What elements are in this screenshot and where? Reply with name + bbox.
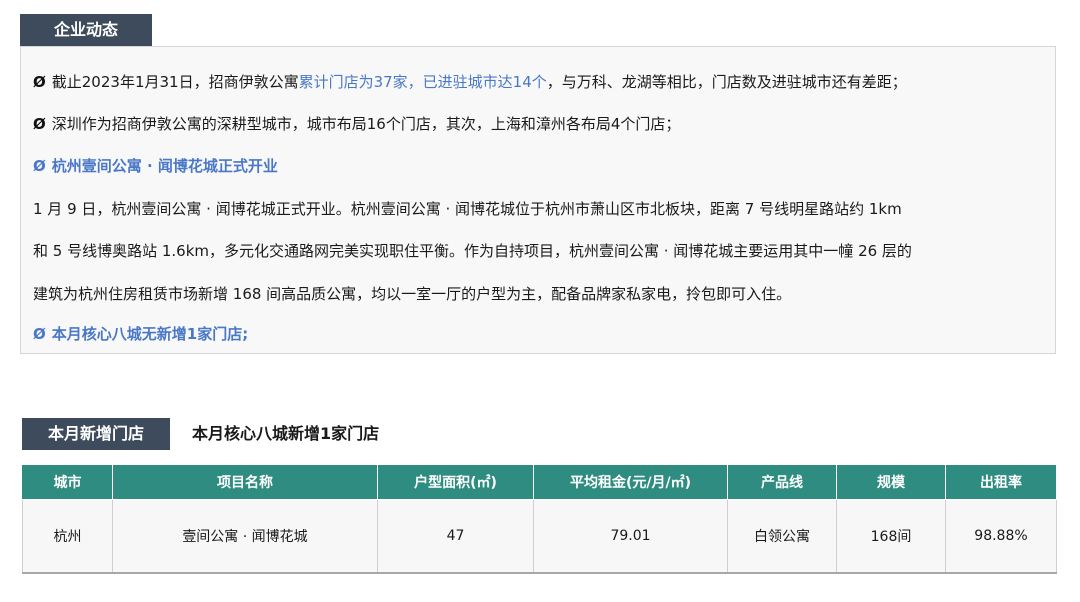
header-unit-area: 户型面积(㎡)	[377, 464, 534, 500]
news-line-1-pre: 截止2023年1月31日，招商伊敦公寓	[51, 73, 299, 91]
table-row: 杭州 壹间公寓 · 闻博花城 47 79.01 白领公寓 168间 98.88%	[22, 499, 1057, 574]
cell-scale: 168间	[836, 499, 946, 574]
cell-occupancy-rate: 98.88%	[945, 499, 1057, 574]
header-scale: 规模	[836, 464, 946, 500]
news-box: Ø 截止2023年1月31日，招商伊敦公寓累计门店为37家，已进驻城市达14个，与…	[20, 46, 1056, 354]
news-line-1-post: ，与万科、龙湖等相比，门店数及进驻城市还有差距；	[546, 73, 907, 91]
cell-project-name: 壹间公寓 · 闻博花城	[112, 499, 378, 574]
header-project-name: 项目名称	[112, 464, 378, 500]
news-final-text: 本月核心八城无新增1家门店;	[51, 325, 249, 343]
news-line-2: Ø 深圳作为招商伊敦公寓的深耕型城市，城市布局16个门店，其次，上海和漳州各布局4…	[33, 113, 680, 135]
news-headline-text: 杭州壹间公寓 · 闻博花城正式开业	[51, 157, 278, 175]
header-product-line: 产品线	[727, 464, 837, 500]
news-final-line: Ø 本月核心八城无新增1家门店;	[33, 323, 248, 345]
news-line-1-highlight: 累计门店为37家，已进驻城市达14个	[298, 73, 547, 91]
header-average-rent: 平均租金(元/月/㎡)	[533, 464, 728, 500]
news-line-2-text: 深圳作为招商伊敦公寓的深耕型城市，城市布局16个门店，其次，上海和漳州各布局4个…	[51, 115, 681, 133]
table-header-row: 城市 项目名称 户型面积(㎡) 平均租金(元/月/㎡) 产品线 规模 出租率	[22, 464, 1057, 500]
bullet-icon: Ø	[33, 325, 46, 343]
news-line-1: Ø 截止2023年1月31日，招商伊敦公寓累计门店为37家，已进驻城市达14个，与…	[33, 71, 907, 93]
cell-average-rent: 79.01	[533, 499, 728, 574]
news-paragraph-line-2: 和 5 号线博奥路站 1.6km，多元化交通路网完美实现职住平衡。作为自持项目，…	[33, 242, 912, 260]
header-city: 城市	[22, 464, 113, 500]
new-stores-table: 城市 项目名称 户型面积(㎡) 平均租金(元/月/㎡) 产品线 规模 出租率 杭…	[22, 464, 1057, 574]
cell-product-line: 白领公寓	[727, 499, 837, 574]
new-stores-subtitle: 本月核心八城新增1家门店	[192, 424, 380, 443]
bullet-icon: Ø	[33, 73, 46, 91]
bullet-icon: Ø	[33, 115, 46, 133]
cell-unit-area: 47	[377, 499, 534, 574]
new-stores-section-tag: 本月新增门店	[22, 418, 170, 450]
news-paragraph-line-1: 1 月 9 日，杭州壹间公寓 · 闻博花城正式开业。杭州壹间公寓 · 闻博花城位…	[33, 200, 902, 218]
cell-city: 杭州	[22, 499, 113, 574]
news-headline: Ø 杭州壹间公寓 · 闻博花城正式开业	[33, 155, 278, 177]
bullet-icon: Ø	[33, 157, 46, 175]
news-paragraph-line-3: 建筑为杭州住房租赁市场新增 168 间高品质公寓，均以一室一厅的户型为主，配备品…	[33, 285, 792, 303]
header-occupancy-rate: 出租率	[945, 464, 1057, 500]
news-section-tag: 企业动态	[20, 14, 152, 46]
